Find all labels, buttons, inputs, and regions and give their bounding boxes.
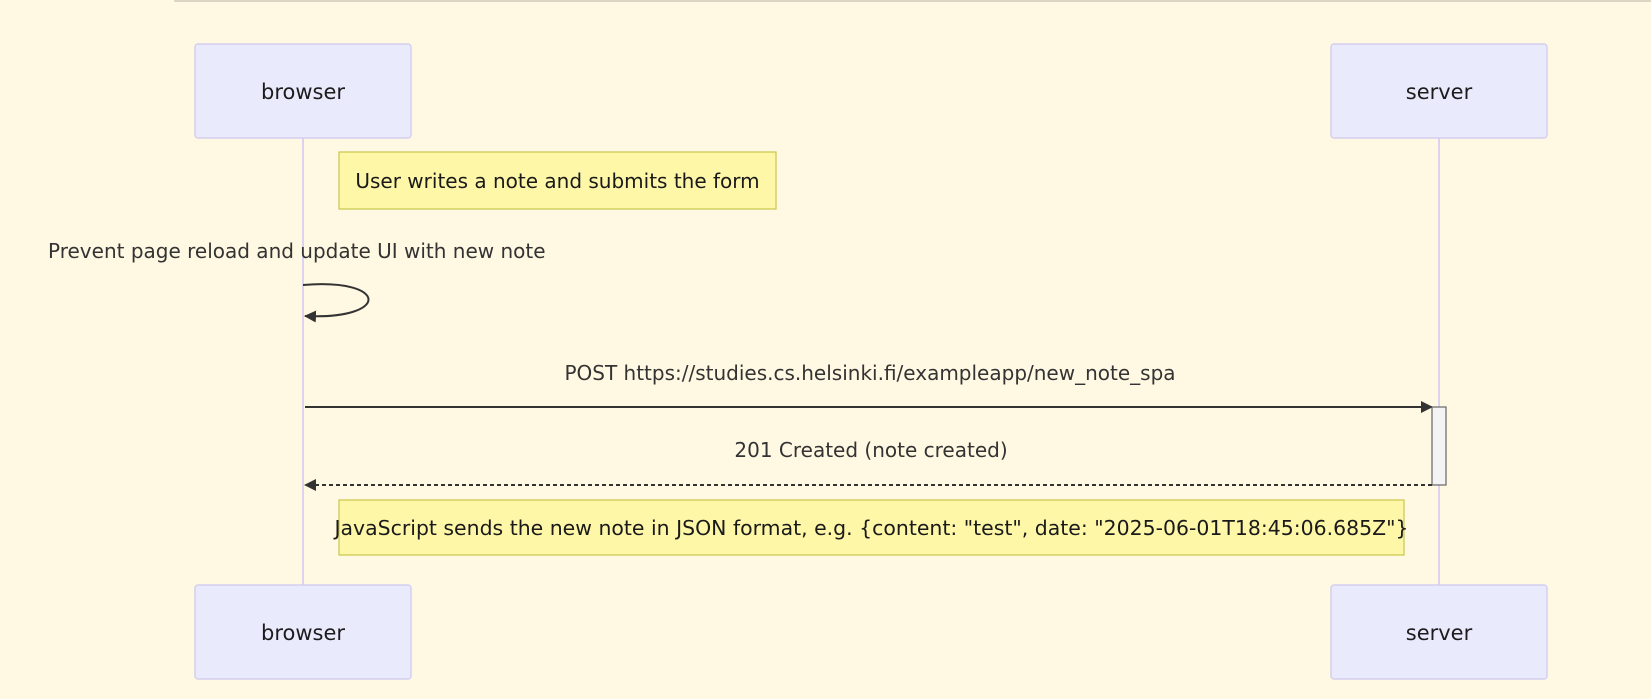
actor-browser-top: browser — [194, 43, 412, 139]
message-label: 201 Created (note created) — [734, 438, 1007, 462]
message-201-created: 201 Created (note created) — [304, 438, 1432, 491]
message-post-new-note: POST https://studies.cs.helsinki.fi/exam… — [305, 361, 1433, 413]
sequence-diagram-canvas: browser server User writes a note and su… — [0, 0, 1651, 699]
actor-label: browser — [261, 80, 345, 104]
actor-browser-bottom: browser — [194, 584, 412, 680]
actor-label: server — [1406, 80, 1473, 104]
note-text: User writes a note and submits the form — [355, 169, 759, 193]
note-form-submit: User writes a note and submits the form — [338, 151, 777, 210]
sequence-diagram: browser server User writes a note and su… — [48, 0, 1651, 680]
actor-server-bottom: server — [1330, 584, 1548, 680]
message-label: Prevent page reload and update UI with n… — [48, 239, 546, 263]
actor-label: server — [1406, 621, 1473, 645]
self-loop-arrow — [302, 283, 370, 323]
actor-server-top: server — [1330, 43, 1548, 139]
note-json-format: JavaScript sends the new note in JSON fo… — [332, 499, 1409, 556]
message-label: POST https://studies.cs.helsinki.fi/exam… — [564, 361, 1175, 385]
message-self-update-ui: Prevent page reload and update UI with n… — [48, 239, 546, 323]
server-activation-bar — [1431, 406, 1447, 486]
actor-label: browser — [261, 621, 345, 645]
note-text: JavaScript sends the new note in JSON fo… — [332, 516, 1408, 540]
